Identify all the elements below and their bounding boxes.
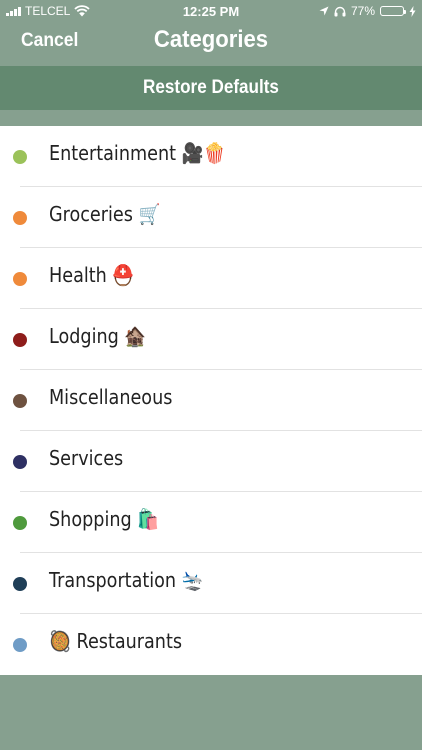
battery-percent: 77% [350,4,375,18]
category-label: Groceries 🛒 [49,202,161,226]
category-color-dot [13,394,27,408]
category-label: Transportation 🛬 [49,568,204,592]
category-color-dot [13,577,27,591]
category-row[interactable]: Transportation 🛬 [0,553,422,614]
headphones-icon [334,6,346,16]
category-color-dot [13,211,27,225]
category-row[interactable]: Health ⛑️ [0,248,422,309]
category-label: 🥘 Restaurants [49,629,183,653]
category-color-dot [13,516,27,530]
category-label: Miscellaneous [49,385,173,409]
charging-bolt-icon [409,5,416,17]
category-row[interactable]: Miscellaneous [0,370,422,431]
category-color-dot [13,150,27,164]
battery-icon [380,6,406,16]
category-color-dot [13,272,27,286]
category-label: Services [49,446,124,470]
category-row[interactable]: Shopping 🛍️ [0,492,422,553]
navigation-bar: Cancel Categories [0,22,422,66]
category-label: Entertainment 🎥🍿 [49,141,226,165]
location-arrow-icon [319,6,329,16]
category-color-dot [13,333,27,347]
category-row[interactable]: Lodging 🏚️ [0,309,422,370]
category-label: Shopping 🛍️ [49,507,160,531]
category-row[interactable]: Services [0,431,422,492]
category-row[interactable]: Groceries 🛒 [0,187,422,248]
restore-defaults-button[interactable]: Restore Defaults [21,77,401,99]
page-title: Categories [153,26,269,53]
status-bar: TELCEL 12:25 PM 77% [0,0,422,22]
category-label: Lodging 🏚️ [49,324,147,348]
restore-defaults-bar: Restore Defaults [0,66,422,110]
status-right: 77% [319,4,416,18]
category-color-dot [13,455,27,469]
category-row[interactable]: 🥘 Restaurants [0,614,422,675]
category-list: Entertainment 🎥🍿 Groceries 🛒 Health ⛑️ Lodg… [0,126,422,675]
category-label: Health ⛑️ [49,263,135,287]
category-row[interactable]: Entertainment 🎥🍿 [0,126,422,187]
category-color-dot [13,638,27,652]
